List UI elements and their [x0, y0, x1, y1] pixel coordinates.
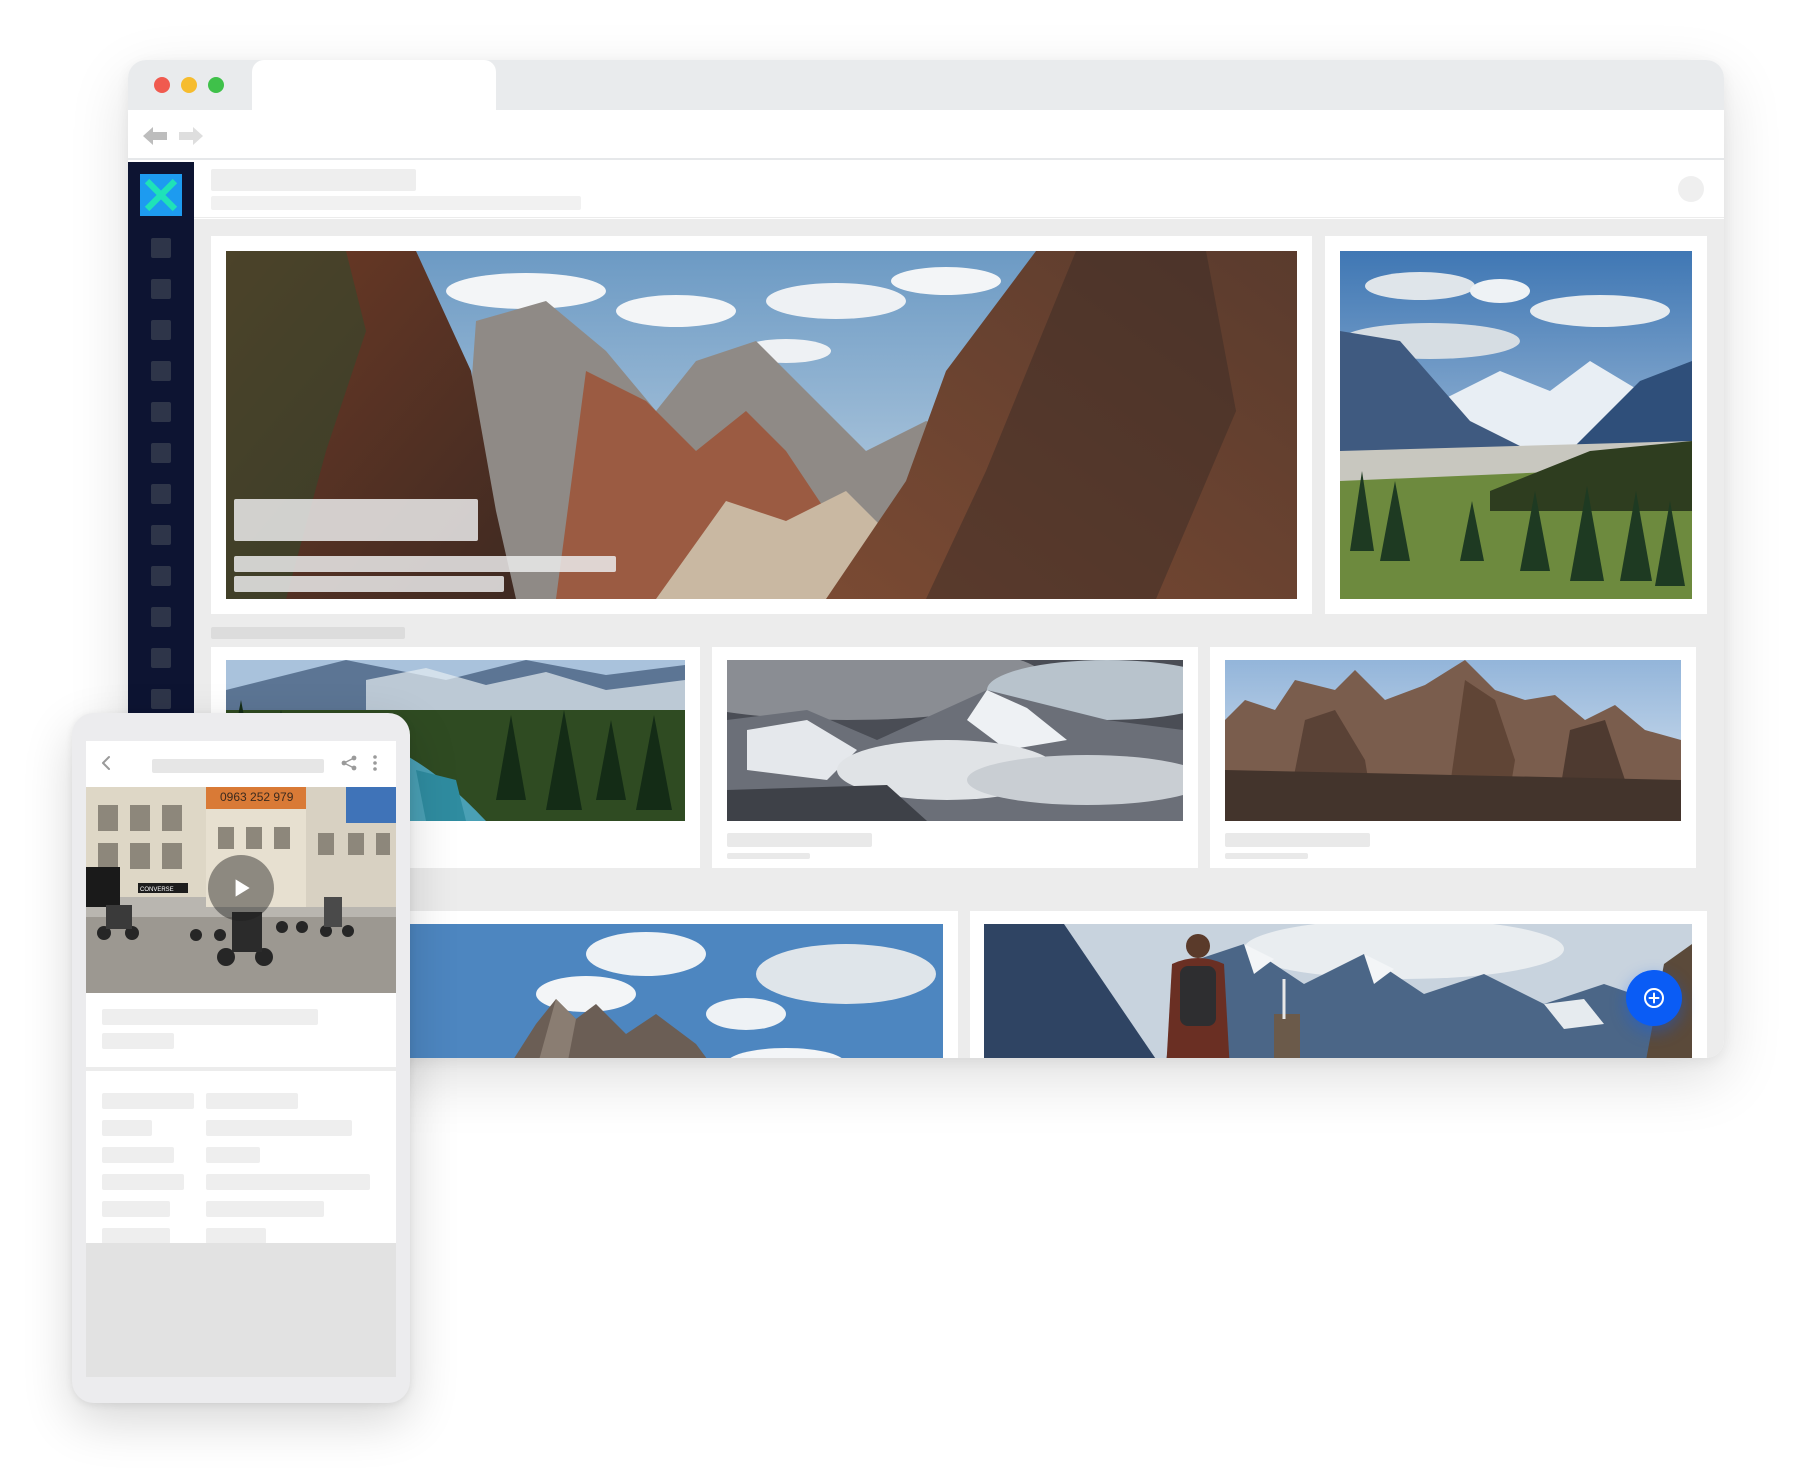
canyon-photo: [226, 251, 1297, 599]
sidebar-item[interactable]: [151, 566, 171, 586]
sidebar-item[interactable]: [151, 525, 171, 545]
detail-label-placeholder: [102, 1147, 174, 1163]
caption-sub-placeholder: [727, 853, 810, 859]
share-icon: [341, 755, 357, 771]
caption-title-placeholder: [234, 499, 478, 541]
caption-title-placeholder: [1225, 833, 1370, 847]
x-logo-icon: [144, 178, 178, 212]
detail-value-placeholder: [206, 1120, 352, 1136]
forward-button[interactable]: [176, 124, 206, 148]
sidebar-item[interactable]: [151, 484, 171, 504]
minimize-window-button[interactable]: [181, 77, 197, 93]
avatar[interactable]: [1678, 176, 1704, 202]
section-heading-placeholder: [211, 627, 405, 639]
spires-photo: [1225, 660, 1681, 821]
detail-value-placeholder: [206, 1174, 370, 1190]
maximize-window-button[interactable]: [208, 77, 224, 93]
detail-value-placeholder: [206, 1228, 266, 1244]
sidebar-item[interactable]: [151, 320, 171, 340]
detail-label-placeholder: [102, 1201, 170, 1217]
mobile-screen: 0963 252 979 CONVERSE: [86, 741, 396, 1377]
browser-tab-active[interactable]: [252, 60, 496, 110]
sidebar-item[interactable]: [151, 648, 171, 668]
plus-circle-icon: [1644, 988, 1664, 1008]
gallery-card-hiker[interactable]: [970, 911, 1707, 1058]
app-header: [194, 162, 1724, 218]
sidebar-item[interactable]: [151, 361, 171, 381]
browser-toolbar: [128, 110, 1724, 160]
detail-label-placeholder: [102, 1120, 152, 1136]
arrow-left-icon: [143, 127, 167, 145]
caption-title-placeholder: [727, 833, 872, 847]
marketing-mockup: 0963 252 979 CONVERSE: [0, 0, 1800, 1469]
mobile-back-button[interactable]: [96, 753, 116, 773]
play-button[interactable]: [208, 855, 274, 921]
sidebar-item[interactable]: [151, 238, 171, 258]
page-subtitle-placeholder: [211, 196, 581, 210]
gallery-content: [194, 219, 1724, 1058]
caption-sub-placeholder: [1225, 853, 1308, 859]
arrow-right-icon: [179, 127, 203, 145]
caption-line-placeholder: [234, 576, 504, 592]
detail-label-placeholder: [102, 1174, 184, 1190]
mobile-footer-area: [86, 1243, 396, 1377]
play-icon: [235, 879, 250, 897]
featured-card-canyon[interactable]: [211, 236, 1312, 614]
tab-bar: [128, 60, 1724, 110]
valley-photo: [1340, 251, 1692, 599]
shop-sign-text: CONVERSE: [140, 887, 174, 893]
chevron-left-icon: [102, 756, 110, 770]
sidebar-item[interactable]: [151, 402, 171, 422]
more-vertical-icon: [373, 755, 377, 771]
detail-value-placeholder: [206, 1093, 298, 1109]
gallery-card-spires[interactable]: [1210, 647, 1696, 868]
mobile-divider: [86, 1067, 396, 1071]
mobile-title-line-placeholder: [102, 1009, 318, 1025]
sidebar-item[interactable]: [151, 443, 171, 463]
mobile-header: [86, 741, 396, 787]
sign-text: 0963 252 979: [220, 790, 294, 804]
app-logo[interactable]: [140, 174, 182, 216]
hiker-photo: [984, 924, 1692, 1058]
detail-label-placeholder: [102, 1228, 170, 1244]
close-window-button[interactable]: [154, 77, 170, 93]
add-fab-button[interactable]: [1626, 970, 1682, 1026]
gallery-card-clouds[interactable]: [712, 647, 1198, 868]
featured-card-valley[interactable]: [1325, 236, 1707, 614]
mobile-subtitle-placeholder: [102, 1033, 174, 1049]
mobile-video-player[interactable]: 0963 252 979 CONVERSE: [86, 787, 396, 993]
detail-value-placeholder: [206, 1147, 260, 1163]
page-title-placeholder: [211, 169, 416, 191]
caption-line-placeholder: [234, 556, 616, 572]
mobile-device: 0963 252 979 CONVERSE: [72, 713, 410, 1403]
mobile-more-button[interactable]: [370, 754, 380, 772]
detail-label-placeholder: [102, 1093, 194, 1109]
mobile-share-button[interactable]: [340, 754, 358, 772]
sidebar-item[interactable]: [151, 689, 171, 709]
mobile-title-placeholder: [152, 759, 324, 773]
back-button[interactable]: [140, 124, 170, 148]
sidebar-item[interactable]: [151, 607, 171, 627]
detail-value-placeholder: [206, 1201, 324, 1217]
sidebar-item[interactable]: [151, 279, 171, 299]
clouds-photo: [727, 660, 1183, 821]
